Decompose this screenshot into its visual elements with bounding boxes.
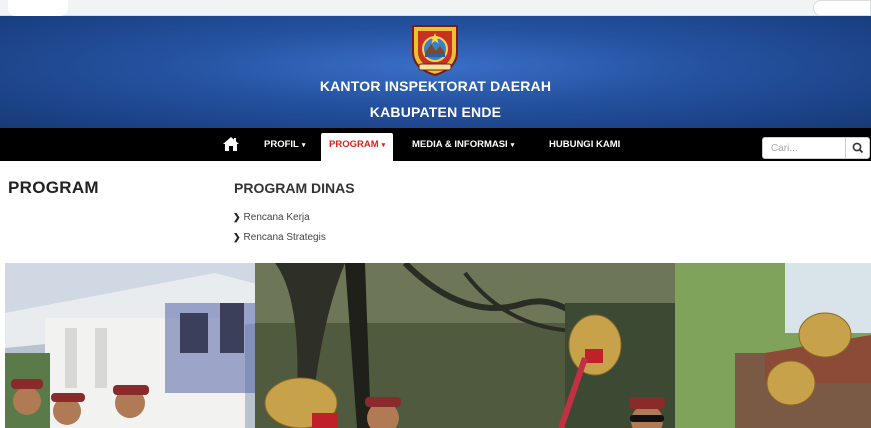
- search-box: [762, 137, 870, 159]
- nav-item-hubungi-kami[interactable]: HUBUNGI KAMI: [549, 128, 620, 161]
- nav-item-label: PROGRAM: [329, 139, 379, 150]
- browser-top-strip: [0, 0, 871, 16]
- regional-emblem-icon[interactable]: [409, 22, 461, 76]
- chevron-right-icon: ❯: [233, 212, 241, 222]
- link-rencana-kerja[interactable]: ❯ Rencana Kerja: [233, 212, 310, 223]
- main-navigation: PROFIL ▾ PROGRAM ▾ MEDIA & INFORMASI ▾ HUBU…: [0, 128, 871, 161]
- link-rencana-strategis[interactable]: ❯ Rencana Strategis: [233, 232, 326, 243]
- nav-item-label: PROFIL: [264, 139, 299, 150]
- search-button[interactable]: [845, 138, 869, 158]
- caret-down-icon: ▾: [301, 142, 306, 149]
- search-input[interactable]: [763, 138, 843, 158]
- caret-down-icon: ▾: [510, 142, 515, 149]
- browser-tab-right[interactable]: [813, 0, 871, 16]
- caret-down-icon: ▾: [381, 142, 386, 149]
- nav-item-media-informasi[interactable]: MEDIA & INFORMASI ▾: [412, 128, 514, 161]
- hero-photo: [5, 263, 871, 428]
- site-header: KANTOR INSPEKTORAT DAERAH KABUPATEN ENDE: [0, 16, 871, 128]
- section-subtitle: PROGRAM DINAS: [234, 180, 355, 196]
- nav-item-label: HUBUNGI KAMI: [549, 139, 621, 150]
- nav-item-program[interactable]: PROGRAM ▾: [321, 133, 394, 161]
- search-icon: [852, 142, 864, 154]
- browser-tab[interactable]: [8, 0, 68, 16]
- nav-item-profil[interactable]: PROFIL ▾: [264, 128, 305, 161]
- link-label: Rencana Strategis: [243, 232, 326, 243]
- site-title-line2: KABUPATEN ENDE: [369, 104, 502, 120]
- link-label: Rencana Kerja: [243, 212, 310, 223]
- home-icon[interactable]: [222, 136, 240, 152]
- hero-photo-image: [5, 263, 871, 428]
- chevron-right-icon: ❯: [233, 232, 241, 242]
- site-title-line1: KANTOR INSPEKTORAT DAERAH: [319, 78, 552, 94]
- nav-item-label: MEDIA & INFORMASI: [412, 139, 508, 150]
- page-title: PROGRAM: [8, 178, 99, 197]
